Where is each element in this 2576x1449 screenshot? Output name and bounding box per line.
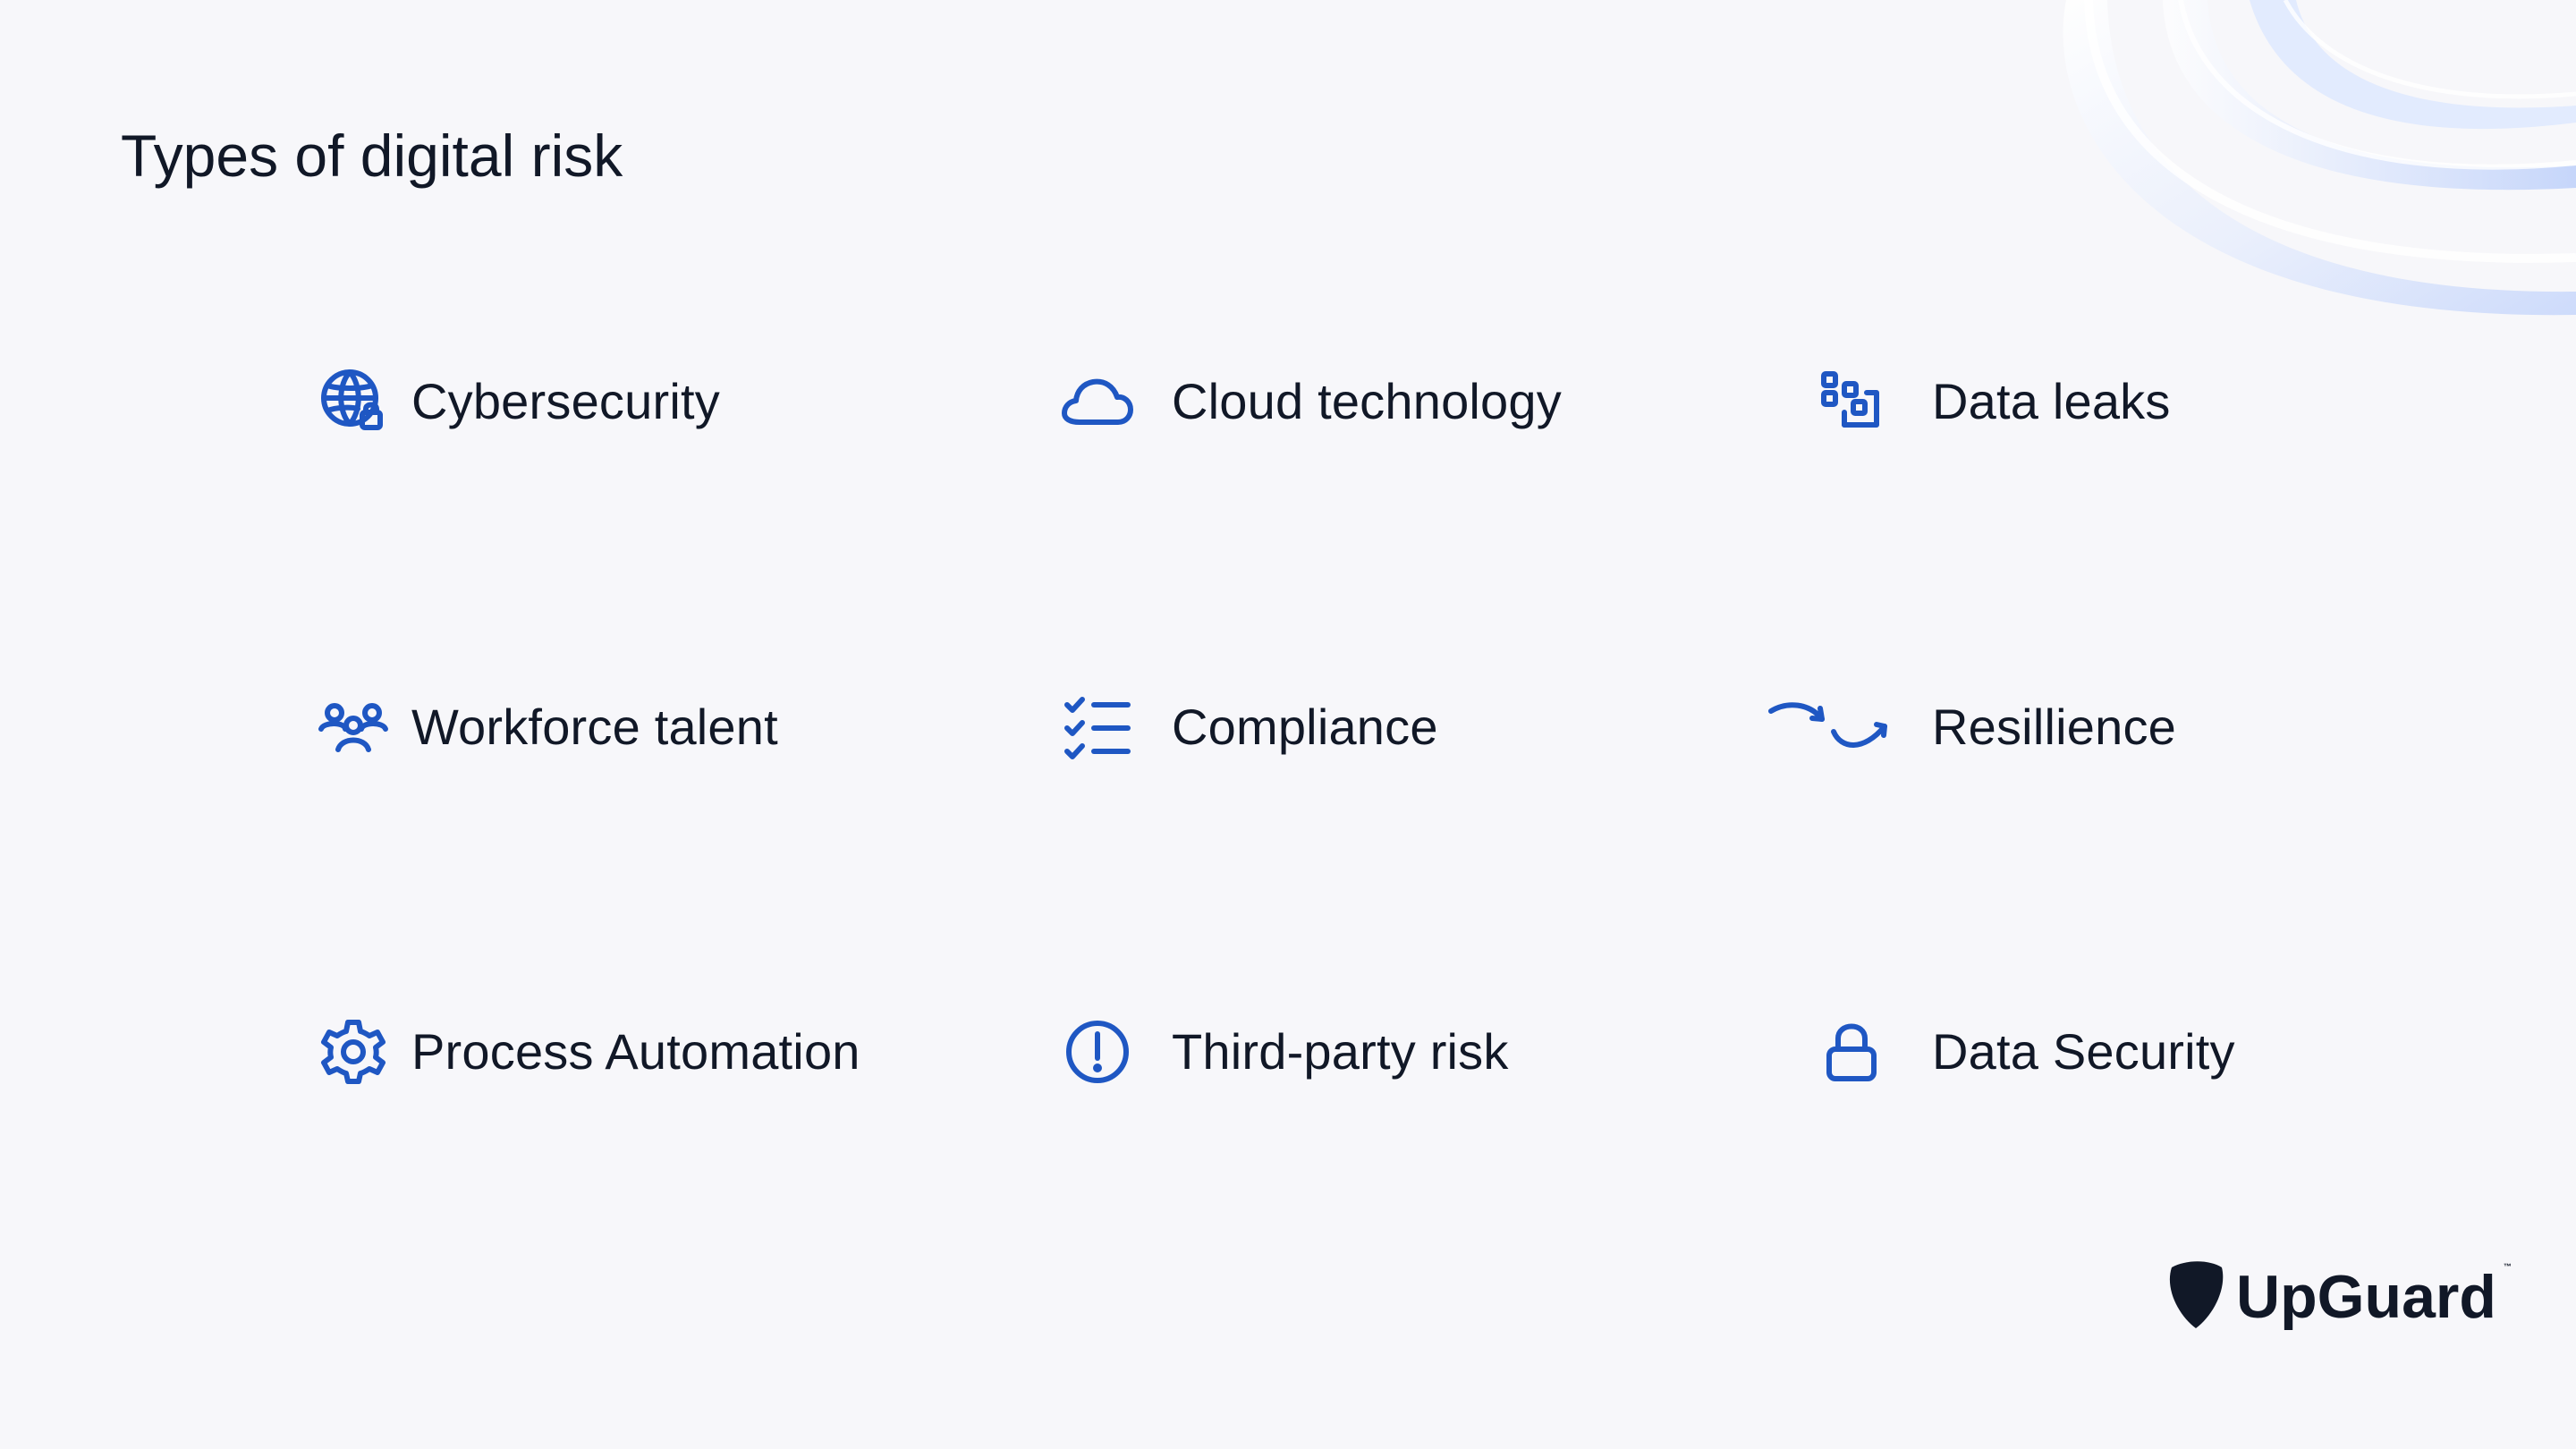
- risk-label: Cloud technology: [1172, 373, 1562, 429]
- risk-item-resillience: Resillience: [1762, 687, 2176, 767]
- risk-item-workforce-talent: Workforce talent: [309, 687, 778, 767]
- data-leaks-icon: [1807, 361, 1896, 442]
- risk-label: Workforce talent: [411, 699, 778, 755]
- globe-lock-icon: [309, 361, 398, 442]
- risk-item-cybersecurity: Cybersecurity: [309, 361, 720, 442]
- digital-risk-grid: Cybersecurity Cloud technology Data leak…: [0, 0, 2576, 1449]
- risk-label: Data Security: [1932, 1023, 2235, 1080]
- digital-risk-slide: Types of digital risk Cybersecurity Clou…: [0, 0, 2576, 1449]
- risk-item-process-automation: Process Automation: [309, 1012, 860, 1092]
- gear-icon: [309, 1012, 398, 1092]
- lock-icon: [1807, 1012, 1896, 1092]
- resilience-arrows-icon: [1762, 687, 1896, 767]
- brand-trademark: ™: [2503, 1262, 2512, 1271]
- risk-label: Third-party risk: [1172, 1023, 1509, 1080]
- risk-label: Resillience: [1932, 699, 2176, 755]
- risk-label: Data leaks: [1932, 373, 2171, 429]
- brand-name: UpGuard: [2236, 1263, 2496, 1331]
- risk-item-data-leaks: Data leaks: [1807, 361, 2171, 442]
- upguard-shield-logo: [2165, 1260, 2227, 1335]
- alert-circle-icon: [1053, 1012, 1142, 1092]
- risk-label: Compliance: [1172, 699, 1438, 755]
- brand-logo: UpGuard ™: [2165, 1257, 2512, 1337]
- risk-label: Cybersecurity: [411, 373, 720, 429]
- risk-label: Process Automation: [411, 1023, 860, 1080]
- risk-item-third-party-risk: Third-party risk: [1053, 1012, 1509, 1092]
- risk-item-compliance: Compliance: [1053, 687, 1438, 767]
- risk-item-data-security: Data Security: [1807, 1012, 2235, 1092]
- checklist-icon: [1053, 687, 1142, 767]
- risk-item-cloud-technology: Cloud technology: [1053, 361, 1562, 442]
- cloud-icon: [1053, 361, 1142, 442]
- people-icon: [309, 687, 398, 767]
